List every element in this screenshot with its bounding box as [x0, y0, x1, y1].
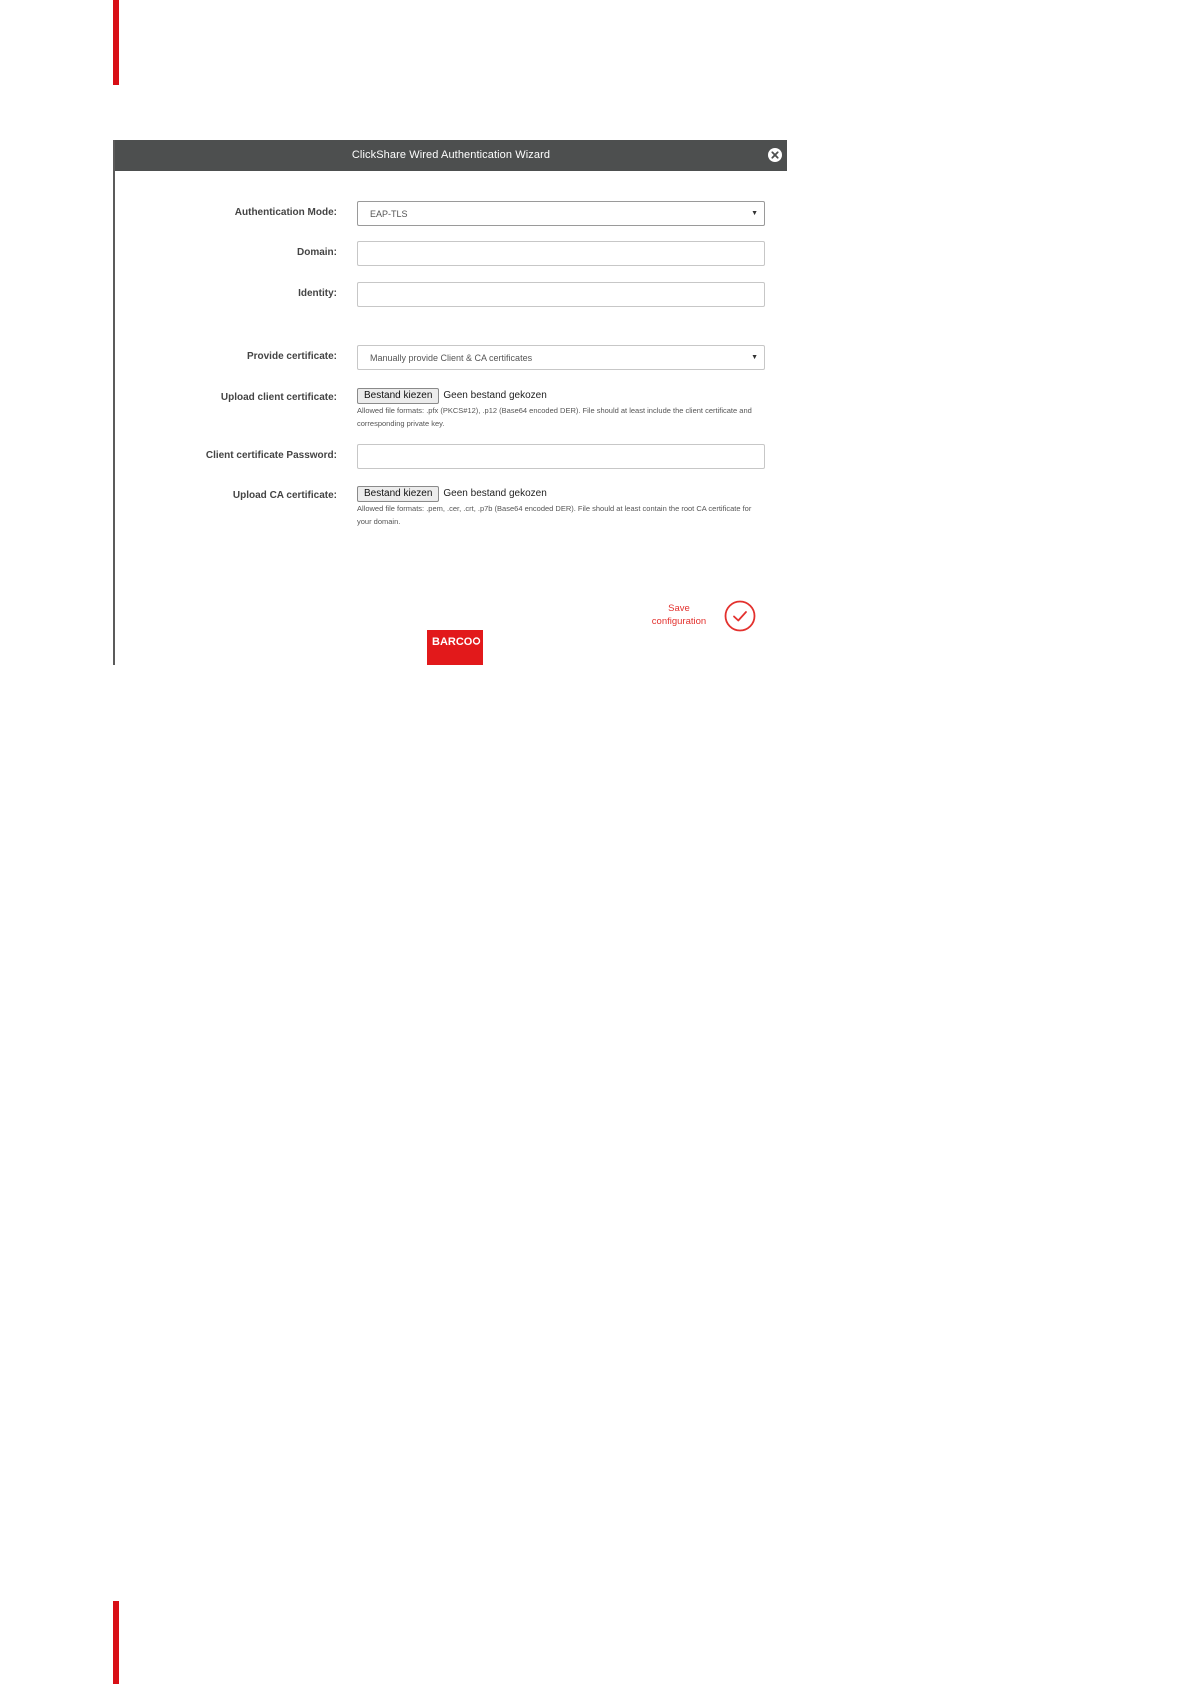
- auth-mode-value: EAP-TLS: [370, 209, 408, 219]
- dialog-titlebar: ClickShare Wired Authentication Wizard: [115, 140, 787, 171]
- provide-certificate-value: Manually provide Client & CA certificate…: [370, 353, 533, 363]
- save-label-line2: configuration: [651, 616, 707, 627]
- ca-cert-hint: Allowed file formats: .pem, .cer, .crt, …: [357, 504, 752, 526]
- wizard-dialog: ClickShare Wired Authentication Wizard A…: [113, 140, 787, 665]
- page-edge-bar-bottom: [113, 1601, 119, 1684]
- domain-input[interactable]: [357, 241, 765, 266]
- barco-logo: BARCO: [427, 630, 483, 665]
- domain-label: Domain:: [297, 247, 337, 258]
- client-cert-hint: Allowed file formats: .pfx (PKCS#12), .p…: [357, 406, 752, 428]
- save-label: Save configuration: [642, 602, 716, 628]
- auth-mode-label: Authentication Mode:: [234, 207, 337, 218]
- ca-cert-choose-button[interactable]: Bestand kiezen: [357, 485, 440, 502]
- barco-logo-text: BARCO: [432, 636, 473, 648]
- dialog-title: ClickShare Wired Authentication Wizard: [351, 149, 551, 161]
- chevron-down-icon: ▼: [751, 210, 758, 217]
- ca-cert-file-status: Geen bestand gekozen: [443, 488, 547, 500]
- ca-cert-label: Upload CA certificate:: [232, 490, 337, 501]
- close-icon[interactable]: [768, 148, 782, 162]
- save-configuration-button[interactable]: Save configuration: [642, 598, 762, 634]
- provide-certificate-label: Provide certificate:: [246, 351, 337, 362]
- client-cert-file-status: Geen bestand gekozen: [443, 390, 547, 402]
- client-password-label: Client certificate Password:: [205, 450, 337, 461]
- identity-input[interactable]: [357, 282, 765, 307]
- chevron-down-icon: ▼: [751, 354, 758, 361]
- auth-mode-select[interactable]: EAP-TLS ▼: [357, 201, 765, 226]
- save-label-line1: Save: [668, 603, 690, 614]
- ca-cert-file-picker: Bestand kiezen Geen bestand gekozen: [357, 485, 547, 503]
- client-cert-label: Upload client certificate:: [220, 392, 337, 403]
- client-cert-choose-button[interactable]: Bestand kiezen: [357, 387, 440, 404]
- page-edge-bar-top: [113, 0, 119, 85]
- identity-label: Identity:: [298, 288, 337, 299]
- client-cert-file-picker: Bestand kiezen Geen bestand gekozen: [357, 387, 547, 405]
- provide-certificate-select[interactable]: Manually provide Client & CA certificate…: [357, 345, 765, 370]
- check-circle-icon: [724, 600, 756, 632]
- client-password-input[interactable]: [357, 444, 765, 469]
